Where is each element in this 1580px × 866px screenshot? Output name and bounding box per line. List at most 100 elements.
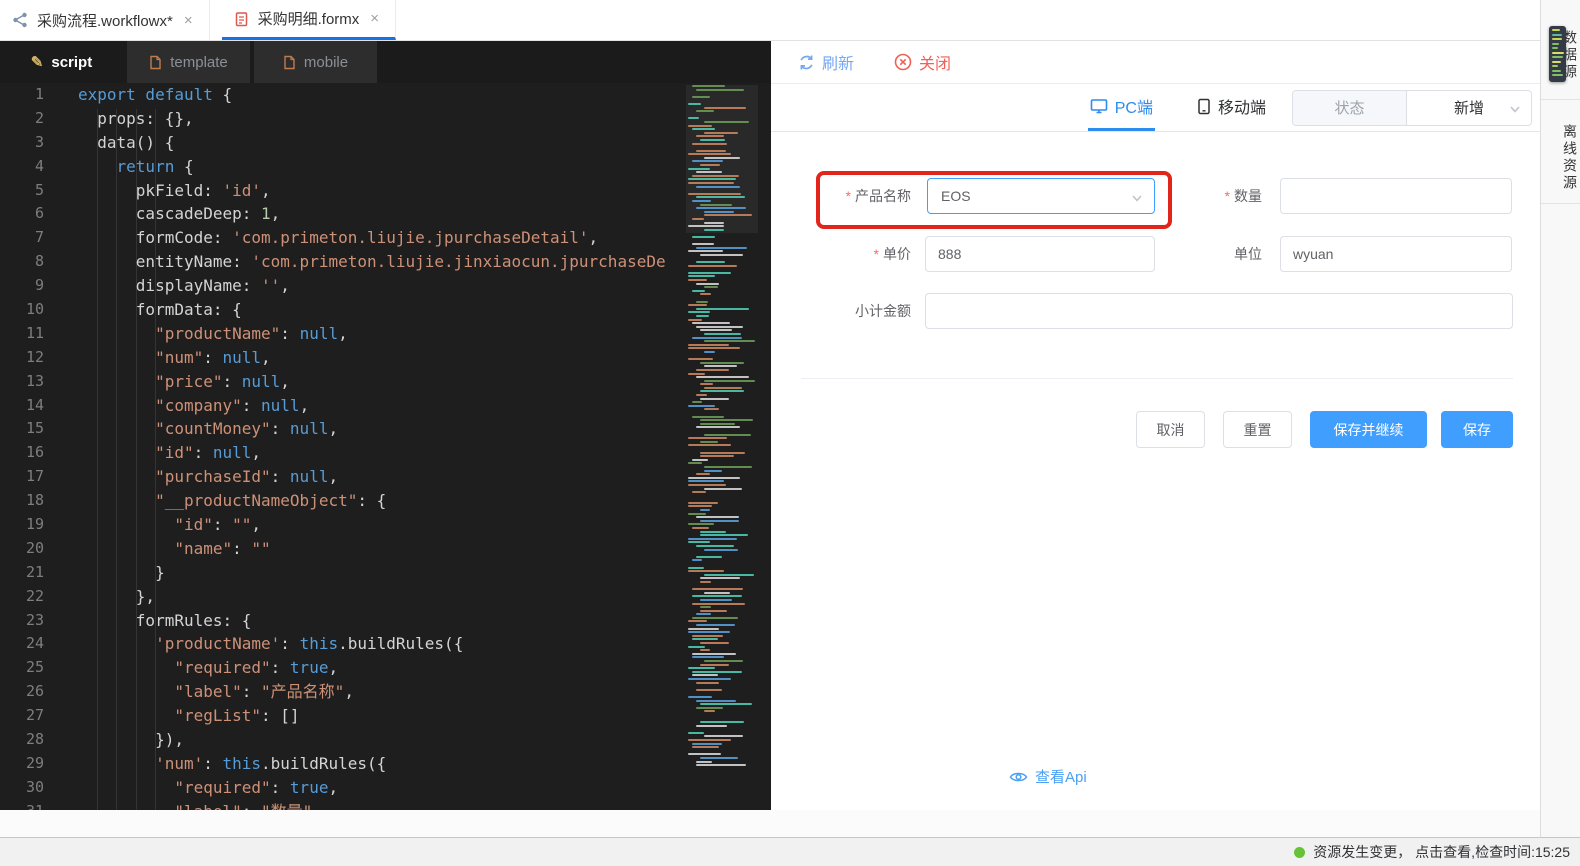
state-label: 状态 bbox=[1293, 91, 1407, 125]
template-file-icon bbox=[149, 55, 162, 70]
code-area[interactable]: 1export default {2 props: {},3 data() {4… bbox=[0, 83, 771, 810]
code-line: 23 formRules: { bbox=[0, 609, 771, 633]
code-line: 13 "price": null, bbox=[0, 370, 771, 394]
widget-stripes bbox=[1550, 29, 1565, 76]
field-label-price: *单价 bbox=[811, 236, 911, 272]
chevron-down-icon bbox=[1130, 191, 1144, 205]
editor-tab-mobile[interactable]: mobile bbox=[254, 41, 377, 83]
required-asterisk: * bbox=[846, 188, 851, 204]
code-line: 27 "regList": [] bbox=[0, 704, 771, 728]
code-line: 29 'num': this.buildRules({ bbox=[0, 752, 771, 776]
field-label-subtotal: 小计金额 bbox=[811, 293, 911, 329]
code-line: 12 "num": null, bbox=[0, 346, 771, 370]
code-line: 16 "id": null, bbox=[0, 441, 771, 465]
product-name-select[interactable]: EOS bbox=[927, 178, 1155, 214]
tab-close-icon[interactable]: × bbox=[182, 12, 195, 29]
tab-pc[interactable]: PC端 bbox=[1088, 84, 1155, 131]
resource-rail: 数据源 离线资源 bbox=[1540, 0, 1580, 838]
statusbar: 资源发生变更， 点击查看,检查时间:15:25 bbox=[0, 838, 1580, 866]
close-circle-icon bbox=[894, 53, 912, 71]
preview-toolbar: 刷新 关闭 bbox=[771, 41, 1540, 84]
cancel-button[interactable]: 取消 bbox=[1136, 411, 1205, 448]
code-line: 22 }, bbox=[0, 585, 771, 609]
save-button[interactable]: 保存 bbox=[1441, 411, 1513, 448]
reset-button[interactable]: 重置 bbox=[1223, 411, 1292, 448]
tab-pc-label: PC端 bbox=[1115, 94, 1153, 118]
state-value: 新增 bbox=[1454, 97, 1484, 118]
code-lines: 1export default {2 props: {},3 data() {4… bbox=[0, 83, 771, 810]
tab-gap bbox=[210, 0, 222, 40]
form-preview-panel: 刷新 关闭 PC端 移动端 状态 bbox=[771, 41, 1540, 810]
code-line: 28 }), bbox=[0, 728, 771, 752]
editor-tab-script[interactable]: ✎ script bbox=[0, 41, 123, 83]
file-tab-label: 采购明细.formx bbox=[258, 8, 360, 29]
unit-input[interactable] bbox=[1280, 236, 1512, 272]
code-line: 7 formCode: 'com.primeton.liujie.jpurcha… bbox=[0, 226, 771, 250]
code-line: 21 } bbox=[0, 561, 771, 585]
code-line: 25 "required": true, bbox=[0, 656, 771, 680]
product-name-value: EOS bbox=[941, 188, 971, 204]
device-tabs: PC端 移动端 状态 新增 bbox=[771, 84, 1540, 132]
file-tab-workflow[interactable]: 采购流程.workflowx* × bbox=[0, 0, 210, 40]
code-line: 6 cascadeDeep: 1, bbox=[0, 202, 771, 226]
phone-icon bbox=[1197, 98, 1211, 115]
editor-tab-label: script bbox=[51, 54, 92, 71]
price-input[interactable] bbox=[925, 236, 1155, 272]
code-line: 15 "countMoney": null, bbox=[0, 417, 771, 441]
quantity-input[interactable] bbox=[1280, 178, 1512, 214]
mobile-file-icon bbox=[283, 55, 296, 70]
subtotal-input[interactable] bbox=[925, 293, 1513, 329]
save-and-continue-button[interactable]: 保存并继续 bbox=[1310, 411, 1427, 448]
view-api-link[interactable]: 查看Api bbox=[1009, 766, 1087, 787]
chevron-down-icon bbox=[1508, 102, 1522, 116]
status-message[interactable]: 资源发生变更， 点击查看,检查时间:15:25 bbox=[1313, 842, 1570, 862]
field-label-product-name: *产品名称 bbox=[811, 178, 911, 214]
eye-icon bbox=[1009, 770, 1028, 784]
code-line: 3 data() { bbox=[0, 131, 771, 155]
rail-item-label: 离线资源 bbox=[1541, 124, 1580, 192]
rail-item-offline-resources[interactable]: 离线资源 bbox=[1541, 100, 1580, 204]
editor-tab-label: mobile bbox=[304, 54, 348, 71]
state-dropdown[interactable]: 新增 bbox=[1407, 91, 1531, 125]
file-tab-label: 采购流程.workflowx* bbox=[37, 10, 173, 31]
view-api-label: 查看Api bbox=[1035, 766, 1087, 787]
code-line: 2 props: {}, bbox=[0, 107, 771, 131]
close-label: 关闭 bbox=[919, 50, 951, 74]
code-line: 8 entityName: 'com.primeton.liujie.jinxi… bbox=[0, 250, 771, 274]
code-line: 5 pkField: 'id', bbox=[0, 179, 771, 203]
code-line: 24 'productName': this.buildRules({ bbox=[0, 632, 771, 656]
status-dot-icon bbox=[1294, 847, 1305, 858]
tab-close-icon[interactable]: × bbox=[368, 10, 381, 27]
code-line: 9 displayName: '', bbox=[0, 274, 771, 298]
close-button[interactable]: 关闭 bbox=[894, 50, 951, 74]
pencil-icon: ✎ bbox=[31, 53, 44, 71]
code-line: 31 "label": "数量" bbox=[0, 800, 771, 810]
required-asterisk: * bbox=[874, 246, 879, 262]
refresh-label: 刷新 bbox=[822, 50, 854, 74]
tab-mobile-label: 移动端 bbox=[1218, 94, 1266, 118]
code-line: 26 "label": "产品名称", bbox=[0, 680, 771, 704]
code-line: 20 "name": "" bbox=[0, 537, 771, 561]
file-tab-form[interactable]: 采购明细.formx × bbox=[222, 0, 396, 40]
code-line: 14 "company": null, bbox=[0, 394, 771, 418]
code-line: 17 "purchaseId": null, bbox=[0, 465, 771, 489]
refresh-button[interactable]: 刷新 bbox=[798, 50, 854, 74]
editor-tab-template[interactable]: template bbox=[127, 41, 250, 83]
code-line: 19 "id": "", bbox=[0, 513, 771, 537]
form-file-icon bbox=[234, 11, 249, 27]
minimap-widget bbox=[1549, 26, 1566, 82]
state-selector: 状态 新增 bbox=[1292, 90, 1532, 126]
bottom-strip bbox=[0, 810, 1540, 838]
code-editor-panel: ✎ script template mobile 1export default… bbox=[0, 41, 771, 810]
required-asterisk: * bbox=[1225, 188, 1230, 204]
editor-tabbar: ✎ script template mobile bbox=[0, 41, 771, 83]
field-label-unit: 单位 bbox=[1162, 236, 1262, 272]
code-line: 1export default { bbox=[0, 83, 771, 107]
code-line: 4 return { bbox=[0, 155, 771, 179]
browser-tabbar: 采购流程.workflowx* × 采购明细.formx × bbox=[0, 0, 1540, 41]
code-line: 10 formData: { bbox=[0, 298, 771, 322]
divider bbox=[801, 378, 1513, 379]
code-line: 30 "required": true, bbox=[0, 776, 771, 800]
tab-mobile-device[interactable]: 移动端 bbox=[1195, 84, 1268, 131]
code-line: 11 "productName": null, bbox=[0, 322, 771, 346]
